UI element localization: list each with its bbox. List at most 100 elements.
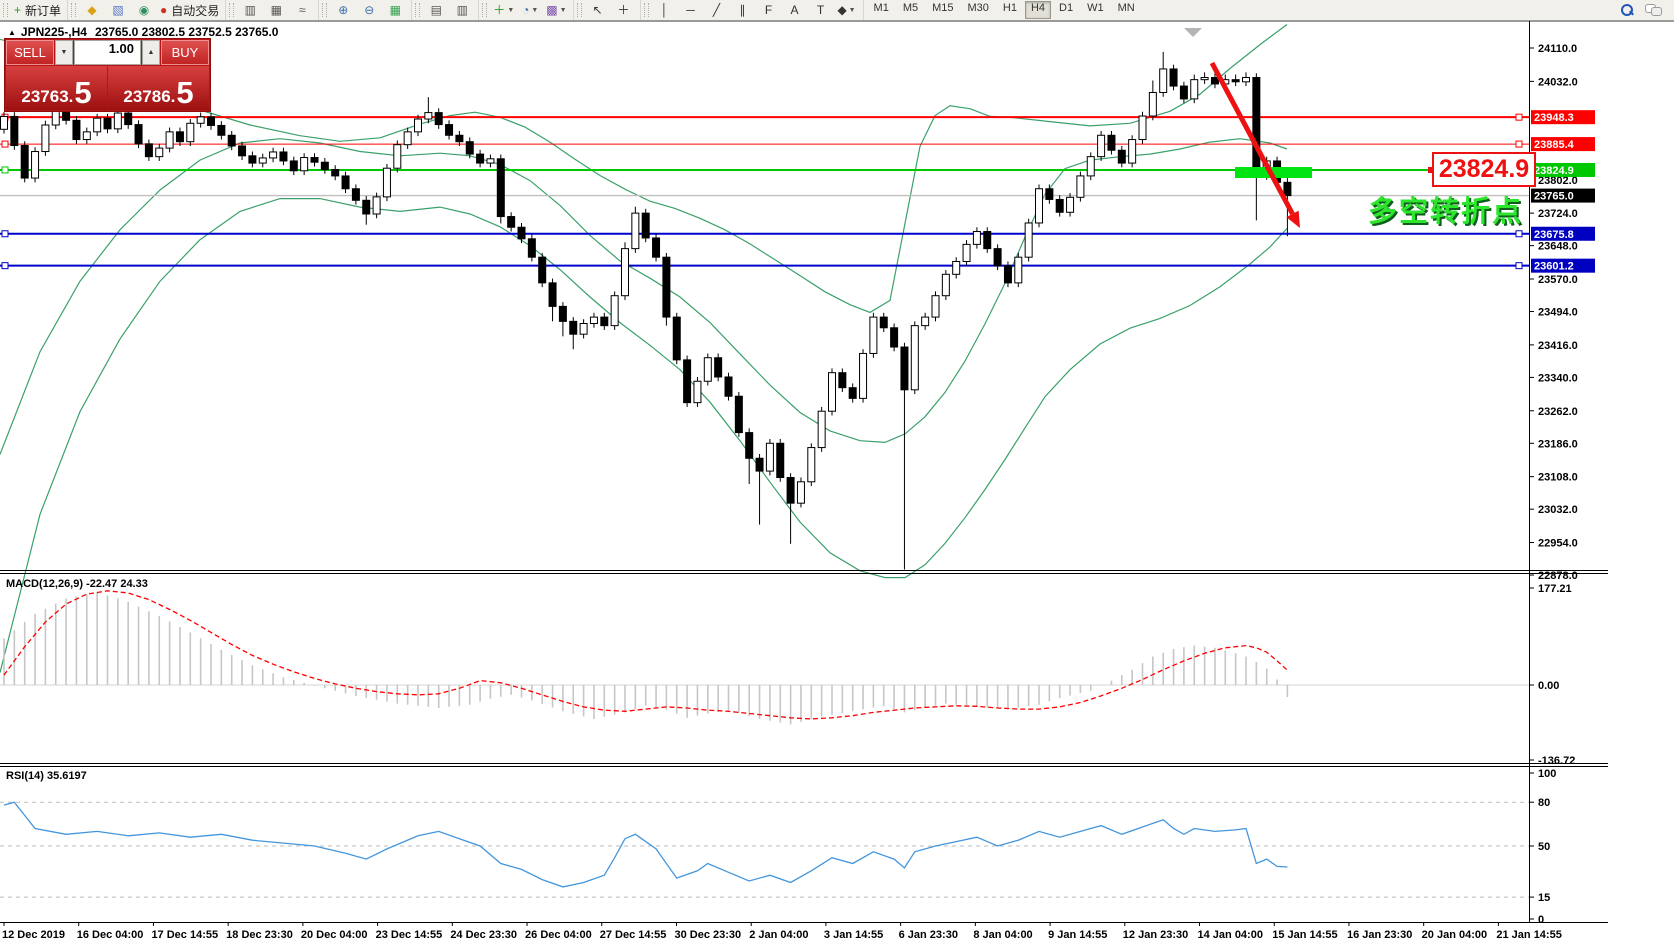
candle-body [301, 158, 308, 171]
horizontal-line-icon[interactable]: ─ [678, 0, 704, 20]
vertical-line-icon[interactable]: │ [652, 0, 678, 20]
candle-body [497, 159, 504, 217]
chart-canvas[interactable]: 24110.024032.023802.023724.023648.023570… [0, 21, 1674, 945]
crosshair-icon[interactable]: ＋ [611, 0, 637, 20]
timeframe-h1[interactable]: H1 [997, 1, 1023, 19]
sell-button[interactable]: SELL [6, 40, 54, 65]
shapes-dropdown[interactable]: ◆▼ [834, 0, 860, 20]
template-dropdown: ▩ [546, 4, 557, 16]
zoom-in-icon[interactable]: ⊕ [330, 0, 356, 20]
hline-anchor[interactable] [2, 167, 8, 173]
price-badge-label: 23824.9 [1534, 165, 1574, 177]
timeframe-m5[interactable]: M5 [897, 1, 924, 19]
gray-marker-triangle[interactable] [1184, 28, 1202, 37]
candle-body [466, 142, 473, 154]
time-axis-label: 3 Jan 14:55 [824, 929, 883, 941]
timeframe-d1[interactable]: D1 [1053, 1, 1079, 19]
text-icon[interactable]: A [782, 0, 808, 20]
candle-body [321, 162, 328, 169]
macd-axis-label: 0.00 [1538, 680, 1559, 692]
cursor-icon: ↖ [593, 4, 603, 16]
candle-body [849, 388, 856, 399]
candlestick-chart-icon[interactable]: ▦ [263, 0, 289, 20]
buy-button[interactable]: BUY [161, 40, 209, 65]
buy-price[interactable]: 23786.5 [108, 66, 209, 110]
indicator-sub-window-icon[interactable]: ▥ [449, 0, 475, 20]
add-indicator-dropdown[interactable]: ＋▼ [490, 0, 517, 20]
candle-body [684, 360, 691, 403]
hline-anchor[interactable] [1516, 231, 1522, 237]
timeframe-m15[interactable]: M15 [926, 1, 959, 19]
candle-body [83, 132, 90, 140]
indicator-window-icon[interactable]: ▤ [423, 0, 449, 20]
price-tick-label: 23494.0 [1538, 307, 1578, 319]
annotation-text[interactable]: 多空转折点 [1368, 188, 1540, 230]
lot-size-input[interactable]: 1.00 [74, 40, 141, 65]
hline-anchor[interactable] [2, 263, 8, 269]
collapse-panel-icon[interactable]: ▲ [8, 28, 16, 37]
timeframe-w1[interactable]: W1 [1081, 1, 1110, 19]
red-trend-arrow[interactable] [1212, 63, 1292, 214]
time-axis-label: 9 Jan 14:55 [1048, 929, 1107, 941]
timeframe-mn[interactable]: MN [1112, 1, 1141, 19]
candle-body [363, 200, 370, 214]
candle-body [1015, 257, 1022, 283]
market-watch-icon[interactable]: ◆ [79, 0, 105, 20]
cursor-icon[interactable]: ↖ [585, 0, 611, 20]
price-badge-label: 23601.2 [1534, 261, 1574, 273]
hline-anchor[interactable] [1516, 141, 1522, 147]
template-dropdown[interactable]: ▩▼ [543, 0, 569, 20]
zoom-out-icon[interactable]: ⊖ [356, 0, 382, 20]
data-window-icon[interactable]: ▧ [105, 0, 131, 20]
candle-body [42, 125, 49, 152]
timeframe-h4[interactable]: H4 [1025, 1, 1051, 19]
price-tick-label: 22878.0 [1538, 570, 1578, 582]
candle-body [311, 158, 318, 163]
tile-windows-icon[interactable]: ▦ [382, 0, 408, 20]
symbol-period-label: JPN225-,H4 [21, 25, 87, 39]
lot-increase-button[interactable]: ▲ [142, 40, 160, 65]
autotrading-button-label: 自动交易 [171, 2, 219, 19]
hline-anchor[interactable] [1516, 114, 1522, 120]
crosshair-icon: ＋ [618, 4, 630, 16]
period-dropdown[interactable]: ◔▼ [517, 0, 543, 20]
hline-anchor[interactable] [2, 231, 8, 237]
candle-body [73, 120, 80, 139]
candle-body [942, 274, 949, 295]
text-icon: A [791, 4, 799, 16]
candle-body [218, 125, 225, 135]
label-icon[interactable]: T [808, 0, 834, 20]
candle-body [1067, 197, 1074, 212]
candle-body [1098, 135, 1105, 156]
candle-body [187, 123, 194, 141]
candle-body [953, 261, 960, 274]
sell-price[interactable]: 23763.5 [6, 66, 107, 110]
time-axis-label: 12 Jan 23:30 [1123, 929, 1188, 941]
price-tick-label: 23186.0 [1538, 438, 1578, 450]
price-tick-label: 23724.0 [1538, 208, 1578, 220]
candle-body [1129, 140, 1136, 164]
candle-body [415, 119, 422, 132]
chart-title: ▲JPN225-,H423765.0 23802.5 23752.5 23765… [8, 25, 278, 39]
chart-area[interactable]: 24110.024032.023802.023724.023648.023570… [0, 21, 1674, 945]
autotrading-button[interactable]: ●自动交易 [157, 0, 222, 20]
dropdown-caret-icon: ▼ [507, 7, 514, 14]
lot-decrease-button[interactable]: ▼ [55, 40, 73, 65]
candle-body [1170, 69, 1177, 86]
candle-body [435, 113, 442, 125]
line-chart-icon[interactable]: ≈ [289, 0, 315, 20]
hline-anchor[interactable] [1516, 263, 1522, 269]
timeframe-m30[interactable]: M30 [962, 1, 995, 19]
fibonacci-icon[interactable]: F [756, 0, 782, 20]
candle-body [446, 125, 453, 136]
timeframe-m1[interactable]: M1 [868, 1, 895, 19]
trendline-icon[interactable]: ╱ [704, 0, 730, 20]
strategy-radar-icon[interactable]: ◉ [131, 0, 157, 20]
chat-icon[interactable] [1640, 0, 1666, 20]
price-callout-box[interactable]: 23824.9 [1432, 152, 1536, 187]
hline-anchor[interactable] [2, 141, 8, 147]
new-order-button[interactable]: +新订单 [11, 0, 64, 20]
channel-icon[interactable]: ∥ [730, 0, 756, 20]
search-icon[interactable] [1614, 0, 1640, 20]
bar-chart-icon[interactable]: ▥ [237, 0, 263, 20]
